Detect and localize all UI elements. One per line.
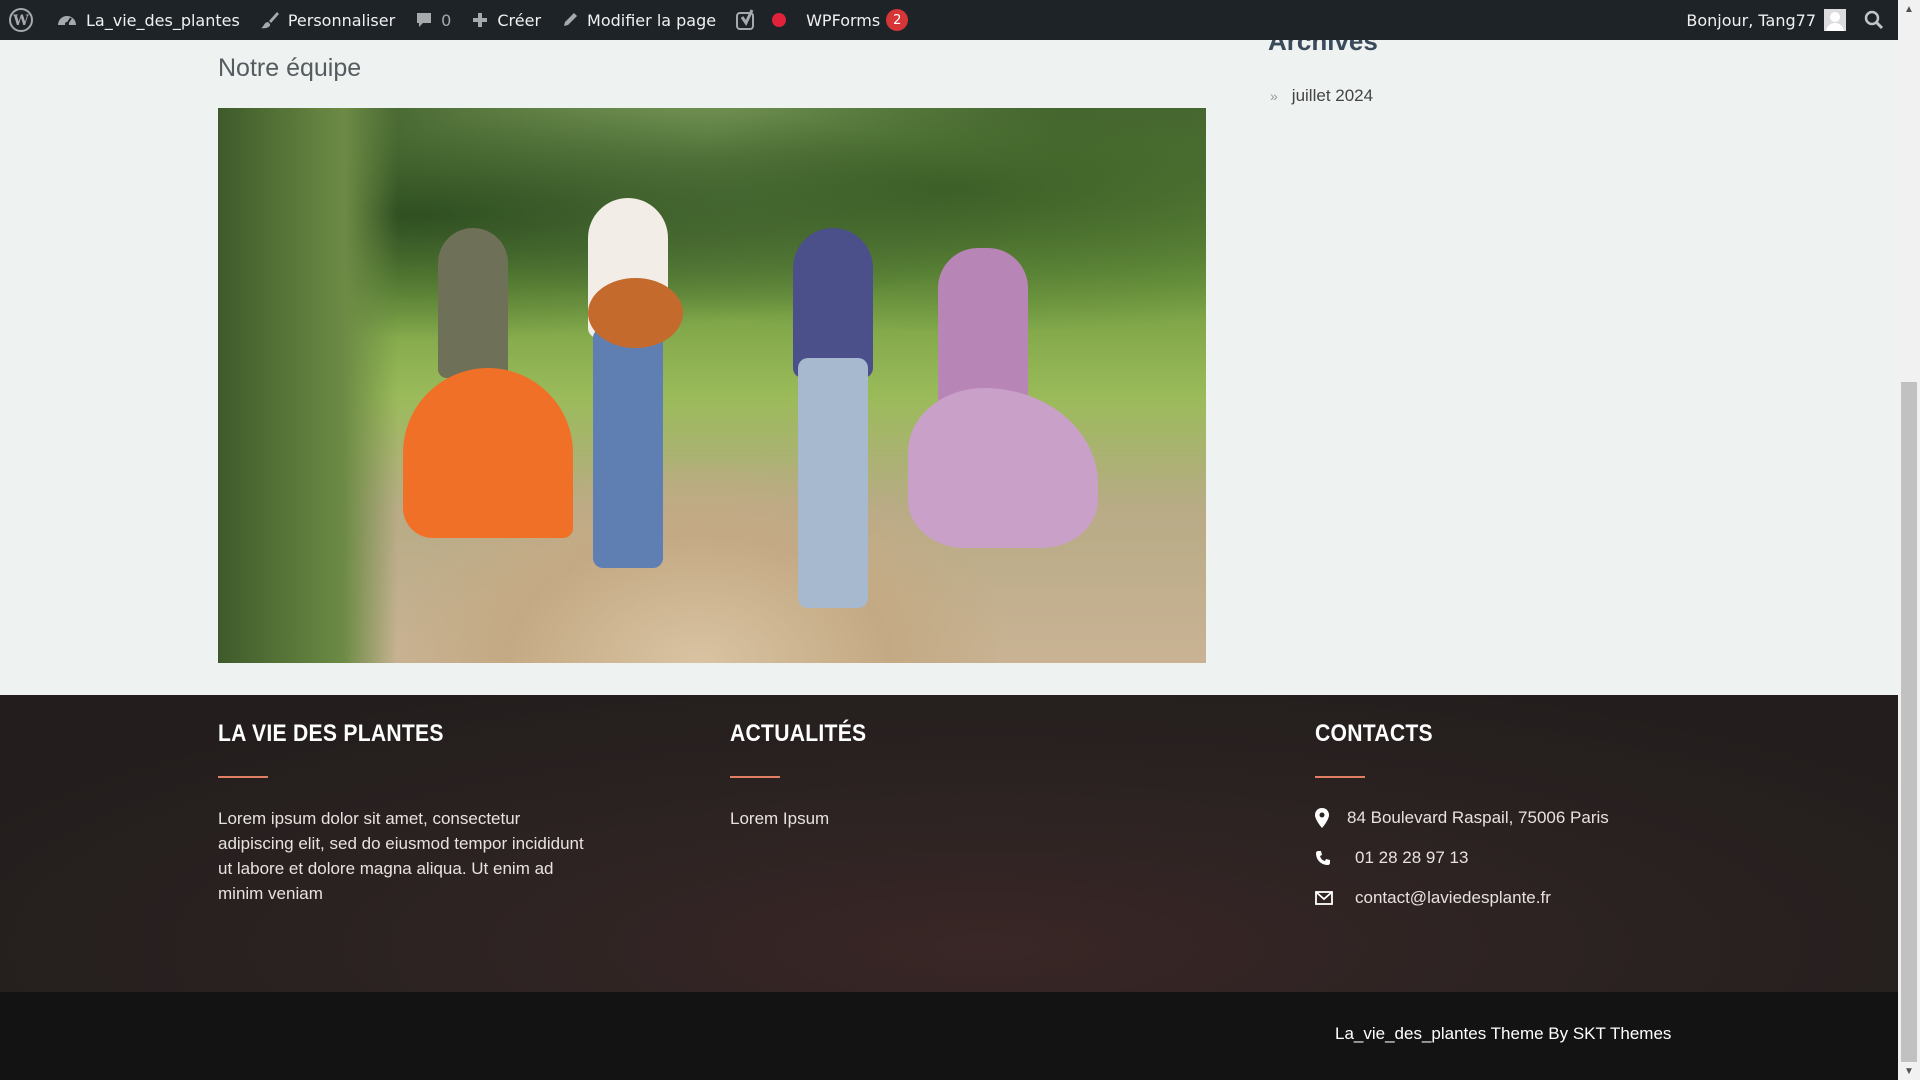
customize-link[interactable]: Personnaliser [250, 0, 405, 40]
contact-phone: 01 28 28 97 13 [1315, 838, 1609, 878]
search-icon [1864, 10, 1884, 30]
archive-link-july-2024[interactable]: » juillet 2024 [1270, 86, 1373, 106]
wpforms-notification-badge: 2 [886, 9, 909, 31]
contact-address: 84 Boulevard Raspail, 75006 Paris [1315, 798, 1609, 838]
page-scrollbar[interactable]: ▲ ▼ [1898, 0, 1920, 1080]
scrollbar-thumb[interactable] [1901, 382, 1917, 1062]
theme-credit[interactable]: La_vie_des_plantes Theme By SKT Themes [1335, 1024, 1671, 1044]
plus-icon [471, 11, 489, 29]
title-underline [730, 776, 780, 778]
contact-phone-text: 01 28 28 97 13 [1355, 848, 1469, 867]
footer-column-news: ACTUALITÉS Lorem Ipsum [730, 720, 1100, 831]
new-content-link[interactable]: Créer [461, 0, 551, 40]
customize-label: Personnaliser [287, 10, 396, 30]
wpforms-menu[interactable]: WPForms 2 [796, 0, 918, 40]
edit-page-link[interactable]: Modifier la page [551, 0, 726, 40]
seo-status-dot-icon [772, 13, 787, 27]
team-photo [218, 108, 1206, 663]
footer-bottom-bar: La_vie_des_plantes Theme By SKT Themes [0, 992, 1898, 1080]
page-title: Notre équipe [218, 54, 362, 82]
wordpress-icon: W [9, 8, 33, 32]
footer-contacts-title: CONTACTS [1315, 720, 1433, 747]
avatar [1824, 9, 1846, 31]
svg-text:W: W [12, 13, 29, 29]
comment-bubble-icon [415, 11, 433, 29]
contact-email-text: contact@laviedesplante.fr [1355, 888, 1551, 907]
dashboard-icon [56, 11, 78, 29]
footer-news-title: ACTUALITÉS [730, 720, 867, 747]
archive-link-label: juillet 2024 [1291, 86, 1374, 105]
contact-email[interactable]: contact@laviedesplante.fr [1315, 878, 1609, 918]
greeting-label: Bonjour, Tang77 [1686, 10, 1816, 30]
site-footer: LA VIE DES PLANTES Lorem ipsum dolor sit… [0, 695, 1898, 992]
pencil-icon [561, 11, 579, 29]
footer-about-text: Lorem ipsum dolor sit amet, consectetur … [218, 809, 584, 903]
main-content: Notre équipe Archives » juillet 2024 [0, 26, 1898, 695]
footer-column-contacts: CONTACTS 84 Boulevard Raspail, 75006 Par… [1315, 720, 1609, 918]
double-chevron-right-icon: » [1270, 88, 1278, 104]
search-button[interactable] [1856, 0, 1898, 40]
paintbrush-icon [260, 10, 280, 30]
footer-about-title: LA VIE DES PLANTES [218, 720, 444, 747]
map-pin-icon [1315, 808, 1347, 828]
comments-link[interactable]: 0 [405, 0, 461, 40]
my-account-menu[interactable]: Bonjour, Tang77 [1676, 0, 1856, 40]
admin-bar: W La_vie_des_plantes Personnaliser 0 Cré… [0, 0, 1898, 40]
edit-page-label: Modifier la page [587, 10, 717, 30]
new-content-label: Créer [497, 10, 542, 30]
comments-count: 0 [441, 10, 452, 30]
scroll-up-arrow-icon[interactable]: ▲ [1898, 0, 1920, 18]
title-underline [218, 776, 268, 778]
wordpress-logo-button[interactable]: W [0, 0, 46, 40]
title-underline [1315, 776, 1365, 778]
yoast-icon [736, 9, 758, 31]
footer-news-link[interactable]: Lorem Ipsum [730, 806, 1100, 831]
phone-icon [1315, 850, 1355, 866]
wpforms-label: WPForms [806, 10, 881, 30]
site-name-link[interactable]: La_vie_des_plantes [46, 0, 250, 40]
envelope-icon [1315, 891, 1355, 905]
scroll-down-arrow-icon[interactable]: ▼ [1898, 1062, 1920, 1080]
site-name-label: La_vie_des_plantes [86, 10, 240, 30]
footer-column-about: LA VIE DES PLANTES Lorem ipsum dolor sit… [218, 720, 588, 906]
yoast-seo-menu[interactable] [726, 0, 796, 40]
contact-address-text: 84 Boulevard Raspail, 75006 Paris [1347, 808, 1609, 827]
